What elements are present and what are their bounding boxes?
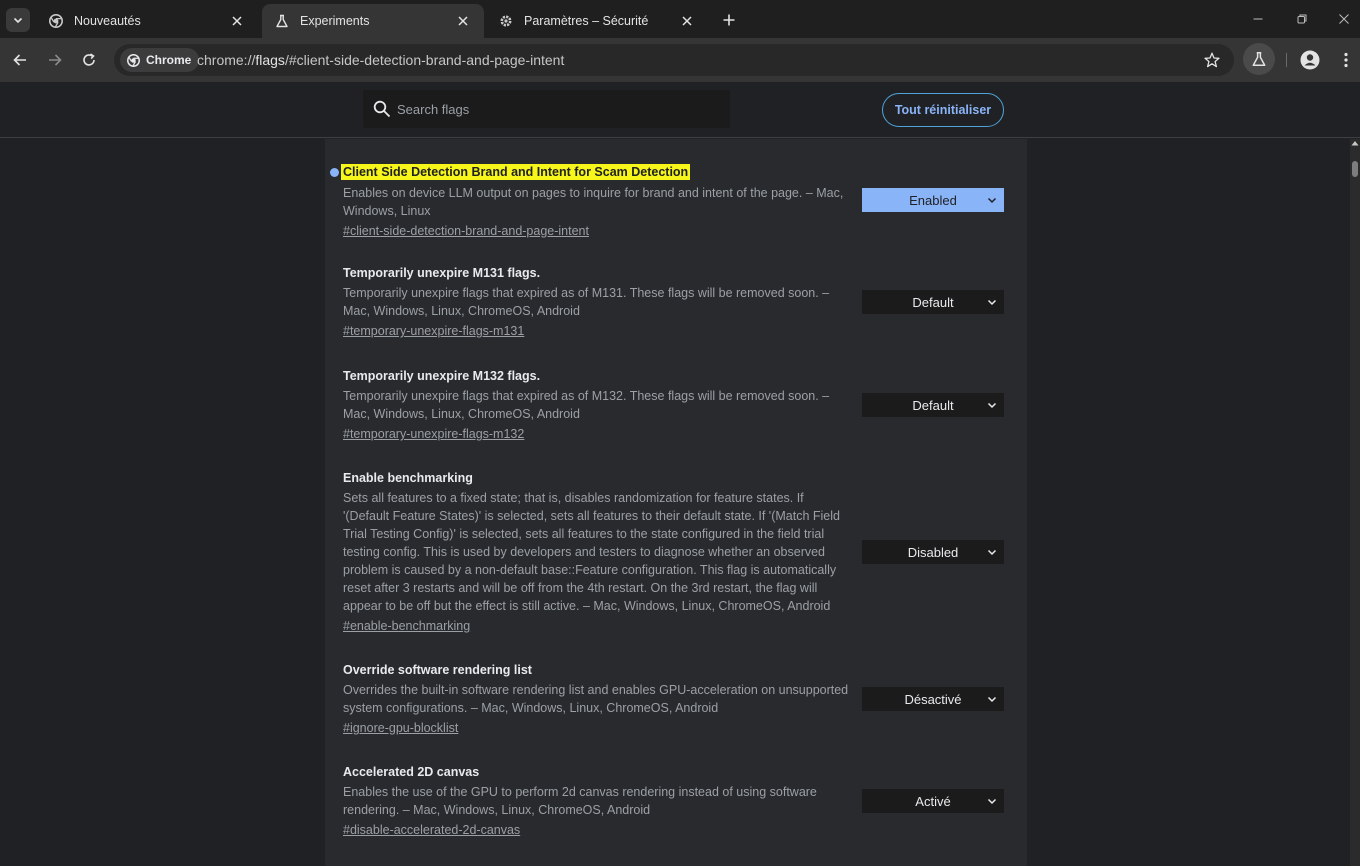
flag-description: Temporarily unexpire flags that expired … (343, 389, 830, 421)
chevron-down-icon (986, 296, 998, 308)
chevron-down-icon (986, 795, 998, 807)
flag-permalink[interactable]: #temporary-unexpire-flags-m132 (343, 426, 524, 442)
flag-state-value: Default (912, 397, 954, 413)
flag-state-select[interactable]: Default (862, 290, 1004, 314)
toolbar-divider (1286, 53, 1287, 67)
tab-strip: Nouveautés Experiments Paramètres – Sécu… (0, 0, 1360, 38)
chrome-logo-icon (126, 53, 140, 67)
arrow-left-icon (13, 54, 26, 66)
flag-description: Enables on device LLM output on pages to… (343, 186, 844, 218)
flag-title: Accelerated 2D canvas (343, 765, 480, 779)
flag-state-select[interactable]: Disabled (862, 540, 1004, 564)
reload-button[interactable] (77, 48, 101, 72)
address-bar[interactable]: Chrome chrome://flags/#client-side-detec… (114, 44, 1234, 76)
flask-icon (1252, 51, 1266, 67)
url-host: flags (255, 52, 285, 68)
close-icon (1339, 14, 1349, 24)
search-flags-box[interactable] (363, 90, 730, 128)
chevron-down-icon (986, 399, 998, 411)
flag-permalink[interactable]: #temporary-unexpire-flags-m131 (343, 323, 524, 339)
flag-item: Override software rendering list Overrid… (343, 662, 1004, 737)
close-icon[interactable] (228, 12, 246, 30)
minimize-icon (1253, 18, 1263, 20)
flag-state-value: Default (912, 294, 954, 310)
flag-description: Sets all features to a fixed state; that… (343, 491, 840, 613)
chrome-logo-icon (48, 13, 64, 29)
flag-title: Temporarily unexpire M131 flags. (343, 266, 541, 280)
flag-item: Temporarily unexpire M131 flags. Tempora… (343, 265, 1004, 340)
back-button[interactable] (8, 48, 32, 72)
reload-icon (83, 53, 95, 66)
plus-icon (723, 14, 735, 26)
flag-state-value: Désactivé (904, 691, 962, 707)
url-path: /#client-side-detection-brand-and-page-i… (284, 52, 565, 68)
chevron-down-icon (13, 17, 23, 24)
new-tab-button[interactable] (718, 9, 740, 31)
flag-description: Temporarily unexpire flags that expired … (343, 286, 830, 318)
flag-item: Client Side Detection Brand and Intent f… (330, 163, 1004, 240)
tab-search-button[interactable] (6, 8, 30, 32)
chip-label: Chrome (146, 53, 192, 67)
flag-item: Temporarily unexpire M132 flags. Tempora… (343, 368, 1004, 443)
browser-menu-button[interactable] (1334, 48, 1358, 72)
flag-state-select[interactable]: Activé (862, 789, 1004, 813)
flag-state-select[interactable]: Désactivé (862, 687, 1004, 711)
flag-description: Enables the use of the GPU to perform 2d… (343, 785, 817, 817)
browser-toolbar: Chrome chrome://flags/#client-side-detec… (0, 38, 1360, 82)
tab-label: Paramètres – Sécurité (524, 14, 649, 28)
avatar-icon (1300, 50, 1320, 70)
profile-button[interactable] (1298, 48, 1322, 72)
chevron-down-icon (986, 194, 998, 206)
flag-title: Temporarily unexpire M132 flags. (343, 369, 541, 383)
restore-button[interactable] (1290, 8, 1314, 30)
page-scrollbar[interactable] (1350, 139, 1360, 866)
more-vertical-icon (1344, 52, 1348, 68)
flag-title: Enable benchmarking (343, 471, 473, 485)
forward-button[interactable] (43, 48, 67, 72)
scroll-up-icon[interactable] (1351, 139, 1359, 147)
modified-indicator-dot (330, 168, 339, 177)
flag-permalink[interactable]: #disable-accelerated-2d-canvas (343, 822, 520, 838)
search-flags-input[interactable] (397, 90, 717, 128)
tab-label: Nouveautés (74, 14, 141, 28)
star-icon (1204, 52, 1220, 68)
restore-icon (1297, 14, 1307, 24)
flag-permalink[interactable]: #ignore-gpu-blocklist (343, 720, 458, 736)
tab-parametres-securite[interactable]: Paramètres – Sécurité (486, 4, 708, 38)
close-window-button[interactable] (1332, 8, 1356, 30)
tab-label: Experiments (300, 14, 370, 28)
flag-description: Overrides the built-in software renderin… (343, 683, 849, 715)
flags-header: Tout réinitialiser (0, 82, 1360, 138)
close-icon[interactable] (454, 12, 472, 30)
flask-icon (274, 13, 290, 29)
minimize-button[interactable] (1246, 8, 1270, 30)
tab-nouveautes[interactable]: Nouveautés (36, 4, 258, 38)
flag-item: Enable benchmarking Sets all features to… (343, 470, 1004, 635)
bookmark-button[interactable] (1202, 50, 1222, 70)
flag-title: Override software rendering list (343, 663, 532, 677)
gear-icon (498, 13, 514, 29)
flag-state-value: Activé (915, 793, 951, 809)
scrollbar-thumb[interactable] (1352, 161, 1358, 177)
reset-all-button[interactable]: Tout réinitialiser (882, 93, 1004, 127)
chevron-down-icon (986, 693, 998, 705)
flag-title-row: Client Side Detection Brand and Intent f… (341, 163, 1004, 181)
flag-state-value: Disabled (907, 544, 959, 560)
flag-item: Accelerated 2D canvas Enables the use of… (343, 764, 1004, 839)
flag-state-select[interactable]: Enabled (862, 188, 1004, 212)
tab-experiments[interactable]: Experiments (262, 4, 484, 38)
arrow-right-icon (49, 54, 62, 66)
flag-state-select[interactable]: Default (862, 393, 1004, 417)
flag-state-value: Enabled (909, 192, 957, 208)
site-info-chip[interactable]: Chrome (120, 48, 200, 72)
url-text[interactable]: chrome://flags/#client-side-detection-br… (197, 52, 564, 68)
chevron-down-icon (986, 546, 998, 558)
flag-permalink[interactable]: #client-side-detection-brand-and-page-in… (343, 223, 589, 239)
chrome-labs-button[interactable] (1243, 43, 1275, 75)
flag-permalink[interactable]: #enable-benchmarking (343, 618, 470, 634)
search-icon (373, 100, 391, 118)
url-scheme: chrome:// (197, 52, 256, 68)
close-icon[interactable] (678, 12, 696, 30)
flag-title: Client Side Detection Brand and Intent f… (341, 164, 691, 180)
